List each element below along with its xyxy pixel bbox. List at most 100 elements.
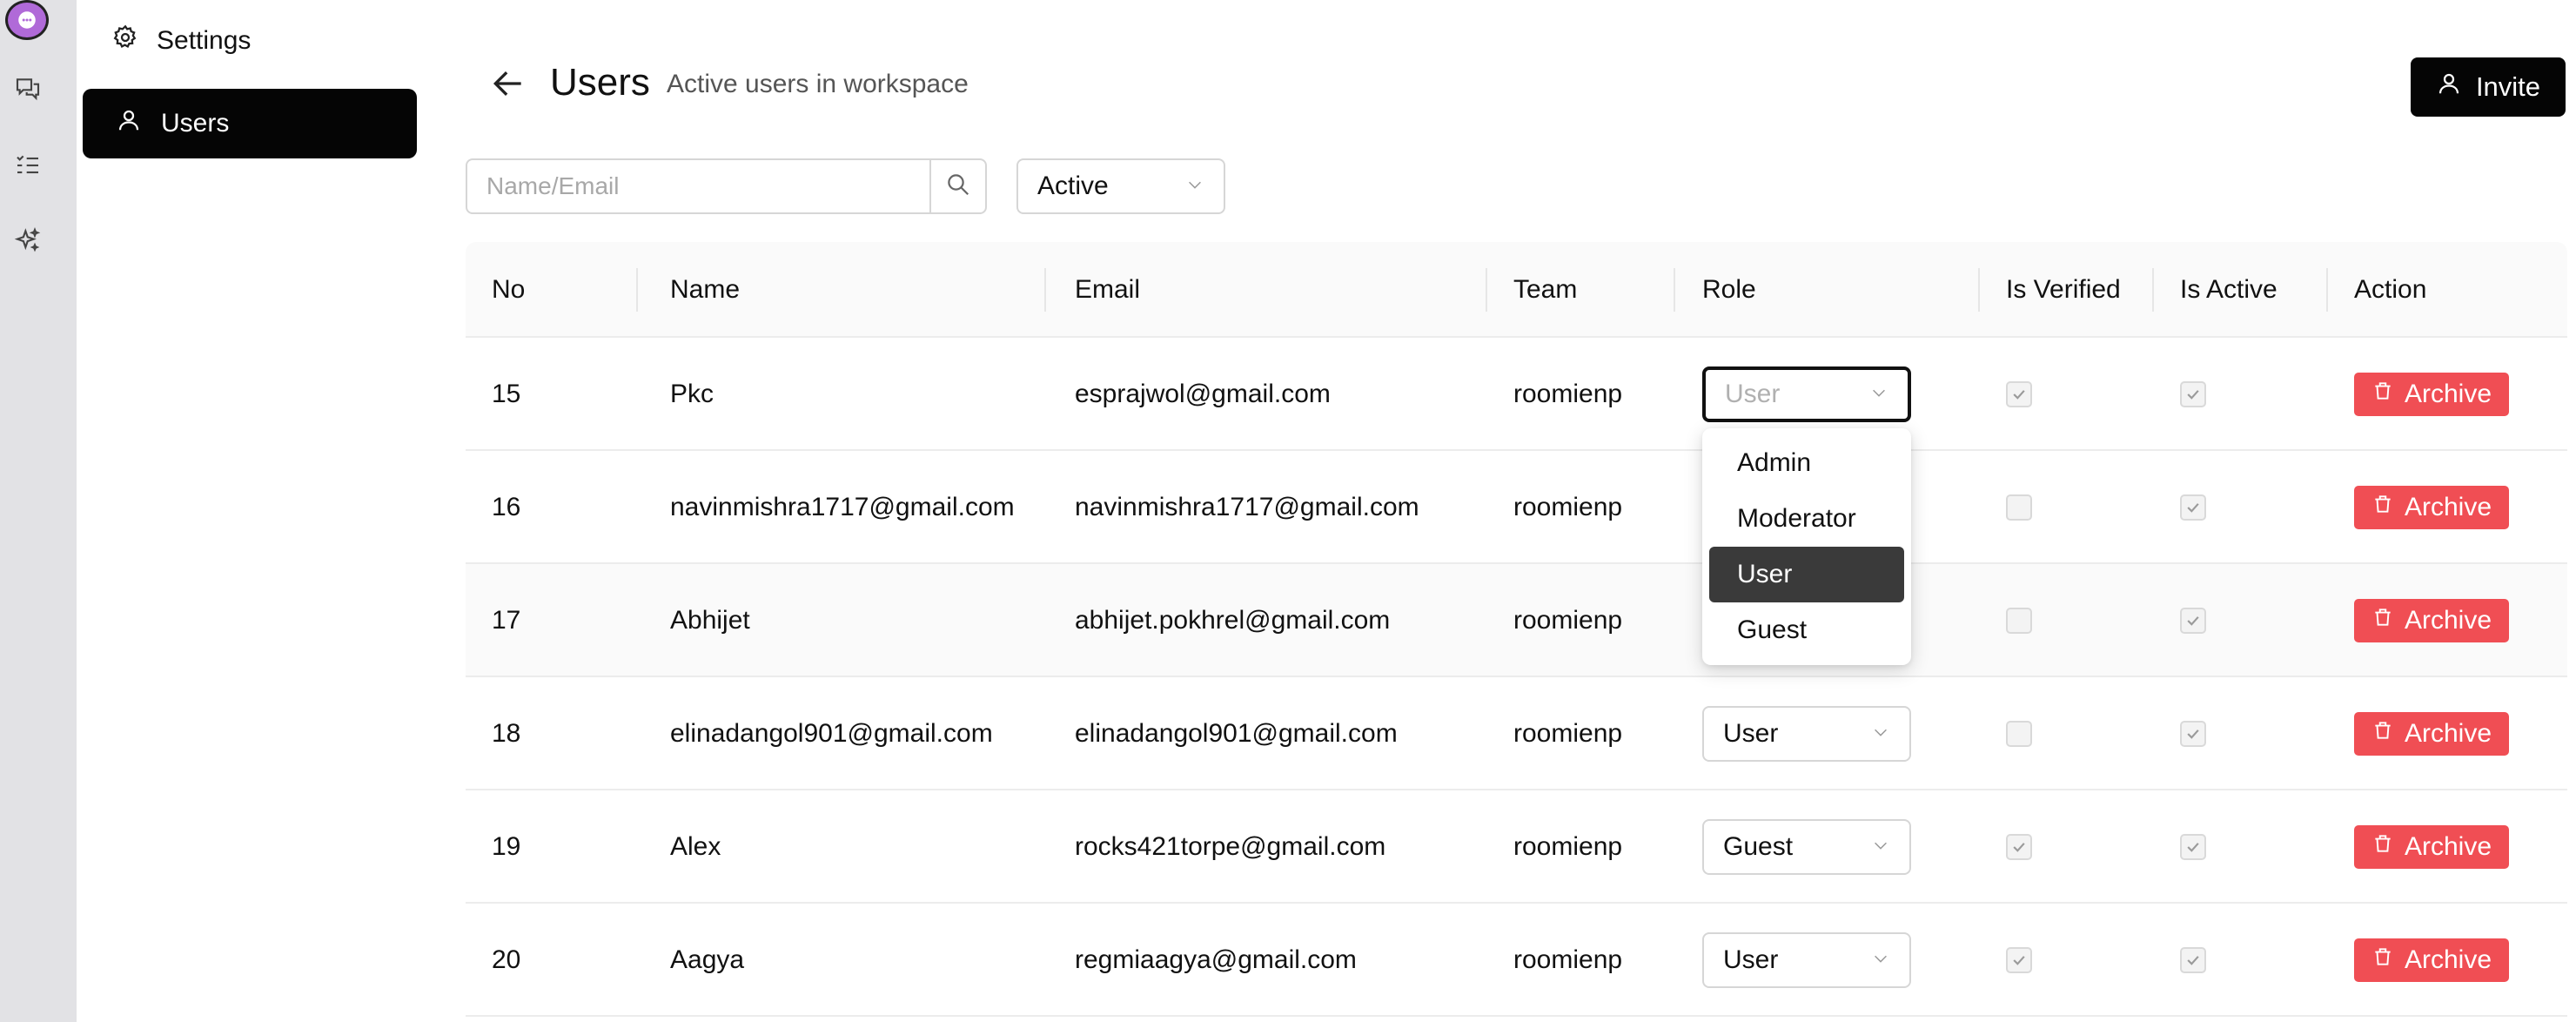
sparkles-icon[interactable] [12, 225, 44, 256]
gear-icon [111, 24, 139, 58]
active-checkbox[interactable] [2180, 721, 2206, 747]
table-header: No Name Email Team Role Is Verified Is A… [466, 242, 2567, 338]
cell-team: roomienp [1513, 493, 1623, 521]
cell-name: Aagya [670, 945, 745, 974]
role-select[interactable]: Guest [1702, 819, 1911, 875]
status-filter-value: Active [1037, 171, 1109, 200]
archive-button[interactable]: Archive [2354, 599, 2509, 642]
sidebar-item-users[interactable]: Users [83, 89, 417, 158]
column-header-name: Name [670, 275, 741, 304]
column-divider [636, 268, 638, 312]
cell-no: 16 [492, 493, 521, 521]
verified-checkbox[interactable] [2006, 834, 2032, 860]
role-option-guest[interactable]: Guest [1709, 602, 1904, 658]
trash-icon [2371, 606, 2394, 635]
cell-team: roomienp [1513, 832, 1623, 861]
chat-icon[interactable] [12, 73, 44, 104]
role-select-value: User [1723, 719, 1779, 748]
archive-label: Archive [2404, 832, 2492, 861]
checklist-icon[interactable] [12, 150, 44, 181]
cell-email: elinadangol901@gmail.com [1075, 719, 1398, 748]
archive-label: Archive [2404, 380, 2492, 408]
column-header-role: Role [1702, 275, 1756, 304]
page-subtitle: Active users in workspace [667, 70, 969, 98]
cell-email: regmiaagya@gmail.com [1075, 945, 1357, 974]
search-icon [945, 171, 971, 202]
column-header-no: No [492, 275, 526, 304]
table-row: 17 Abhijet abhijet.pokhrel@gmail.com roo… [466, 564, 2567, 677]
cell-no: 19 [492, 832, 521, 861]
invite-label: Invite [2475, 71, 2541, 102]
trash-icon [2371, 380, 2394, 409]
cell-name: Alex [670, 832, 721, 861]
user-icon [2436, 71, 2462, 104]
archive-button[interactable]: Archive [2354, 373, 2509, 416]
role-dropdown-menu: Admin Moderator User Guest [1702, 428, 1911, 665]
role-select[interactable]: User [1702, 932, 1911, 988]
column-divider [1978, 268, 1980, 312]
cell-email: rocks421torpe@gmail.com [1075, 832, 1386, 861]
archive-label: Archive [2404, 719, 2492, 748]
active-checkbox[interactable] [2180, 494, 2206, 521]
cell-team: roomienp [1513, 606, 1623, 635]
role-select-value: User [1725, 380, 1781, 408]
cell-team: roomienp [1513, 945, 1623, 974]
trash-icon [2371, 945, 2394, 975]
search-input[interactable] [467, 160, 929, 212]
search-button[interactable] [929, 160, 985, 212]
table-row: 16 navinmishra1717@gmail.com navinmishra… [466, 451, 2567, 564]
archive-button[interactable]: Archive [2354, 825, 2509, 869]
cell-no: 17 [492, 606, 521, 635]
cell-name: elinadangol901@gmail.com [670, 719, 993, 748]
icon-rail [0, 0, 77, 1022]
role-option-user[interactable]: User [1709, 547, 1904, 602]
archive-button[interactable]: Archive [2354, 712, 2509, 756]
role-select-value: Guest [1723, 832, 1794, 861]
archive-label: Archive [2404, 606, 2492, 635]
search-box [466, 158, 987, 214]
active-checkbox[interactable] [2180, 608, 2206, 634]
table-row: 18 elinadangol901@gmail.com elinadangol9… [466, 677, 2567, 790]
role-select[interactable]: User [1702, 366, 1911, 422]
cell-no: 20 [492, 945, 521, 974]
cell-no: 15 [492, 380, 521, 408]
column-header-action: Action [2354, 275, 2427, 304]
cell-name: Pkc [670, 380, 714, 408]
trash-icon [2371, 719, 2394, 749]
trash-icon [2371, 832, 2394, 862]
active-checkbox[interactable] [2180, 947, 2206, 973]
active-checkbox[interactable] [2180, 834, 2206, 860]
invite-button[interactable]: Invite [2411, 57, 2566, 117]
column-header-email: Email [1075, 275, 1141, 304]
chevron-down-icon [1869, 380, 1888, 409]
cell-email: esprajwol@gmail.com [1075, 380, 1331, 408]
chevron-down-icon [1871, 719, 1890, 749]
column-divider [1044, 268, 1046, 312]
verified-checkbox[interactable] [2006, 381, 2032, 407]
table-row: 19 Alex rocks421torpe@gmail.com roomienp… [466, 790, 2567, 904]
archive-button[interactable]: Archive [2354, 938, 2509, 982]
verified-checkbox[interactable] [2006, 721, 2032, 747]
cell-email: abhijet.pokhrel@gmail.com [1075, 606, 1391, 635]
column-divider [1486, 268, 1487, 312]
settings-heading[interactable]: Settings [111, 19, 251, 63]
verified-checkbox[interactable] [2006, 494, 2032, 521]
cell-team: roomienp [1513, 380, 1623, 408]
role-option-moderator[interactable]: Moderator [1709, 491, 1904, 547]
role-select-value: User [1723, 945, 1779, 974]
app-logo-icon[interactable] [5, 0, 49, 40]
archive-label: Archive [2404, 945, 2492, 974]
back-arrow-icon[interactable] [489, 64, 527, 103]
verified-checkbox[interactable] [2006, 947, 2032, 973]
verified-checkbox[interactable] [2006, 608, 2032, 634]
sidebar-item-label: Users [161, 109, 230, 138]
column-header-verified: Is Verified [2006, 275, 2121, 304]
cell-no: 18 [492, 719, 521, 748]
role-option-admin[interactable]: Admin [1709, 435, 1904, 491]
status-filter-select[interactable]: Active [1016, 158, 1225, 214]
role-select[interactable]: User [1702, 706, 1911, 762]
table-row: 15 Pkc esprajwol@gmail.com roomienp User… [466, 338, 2567, 451]
user-icon [116, 107, 142, 140]
active-checkbox[interactable] [2180, 381, 2206, 407]
archive-button[interactable]: Archive [2354, 486, 2509, 529]
